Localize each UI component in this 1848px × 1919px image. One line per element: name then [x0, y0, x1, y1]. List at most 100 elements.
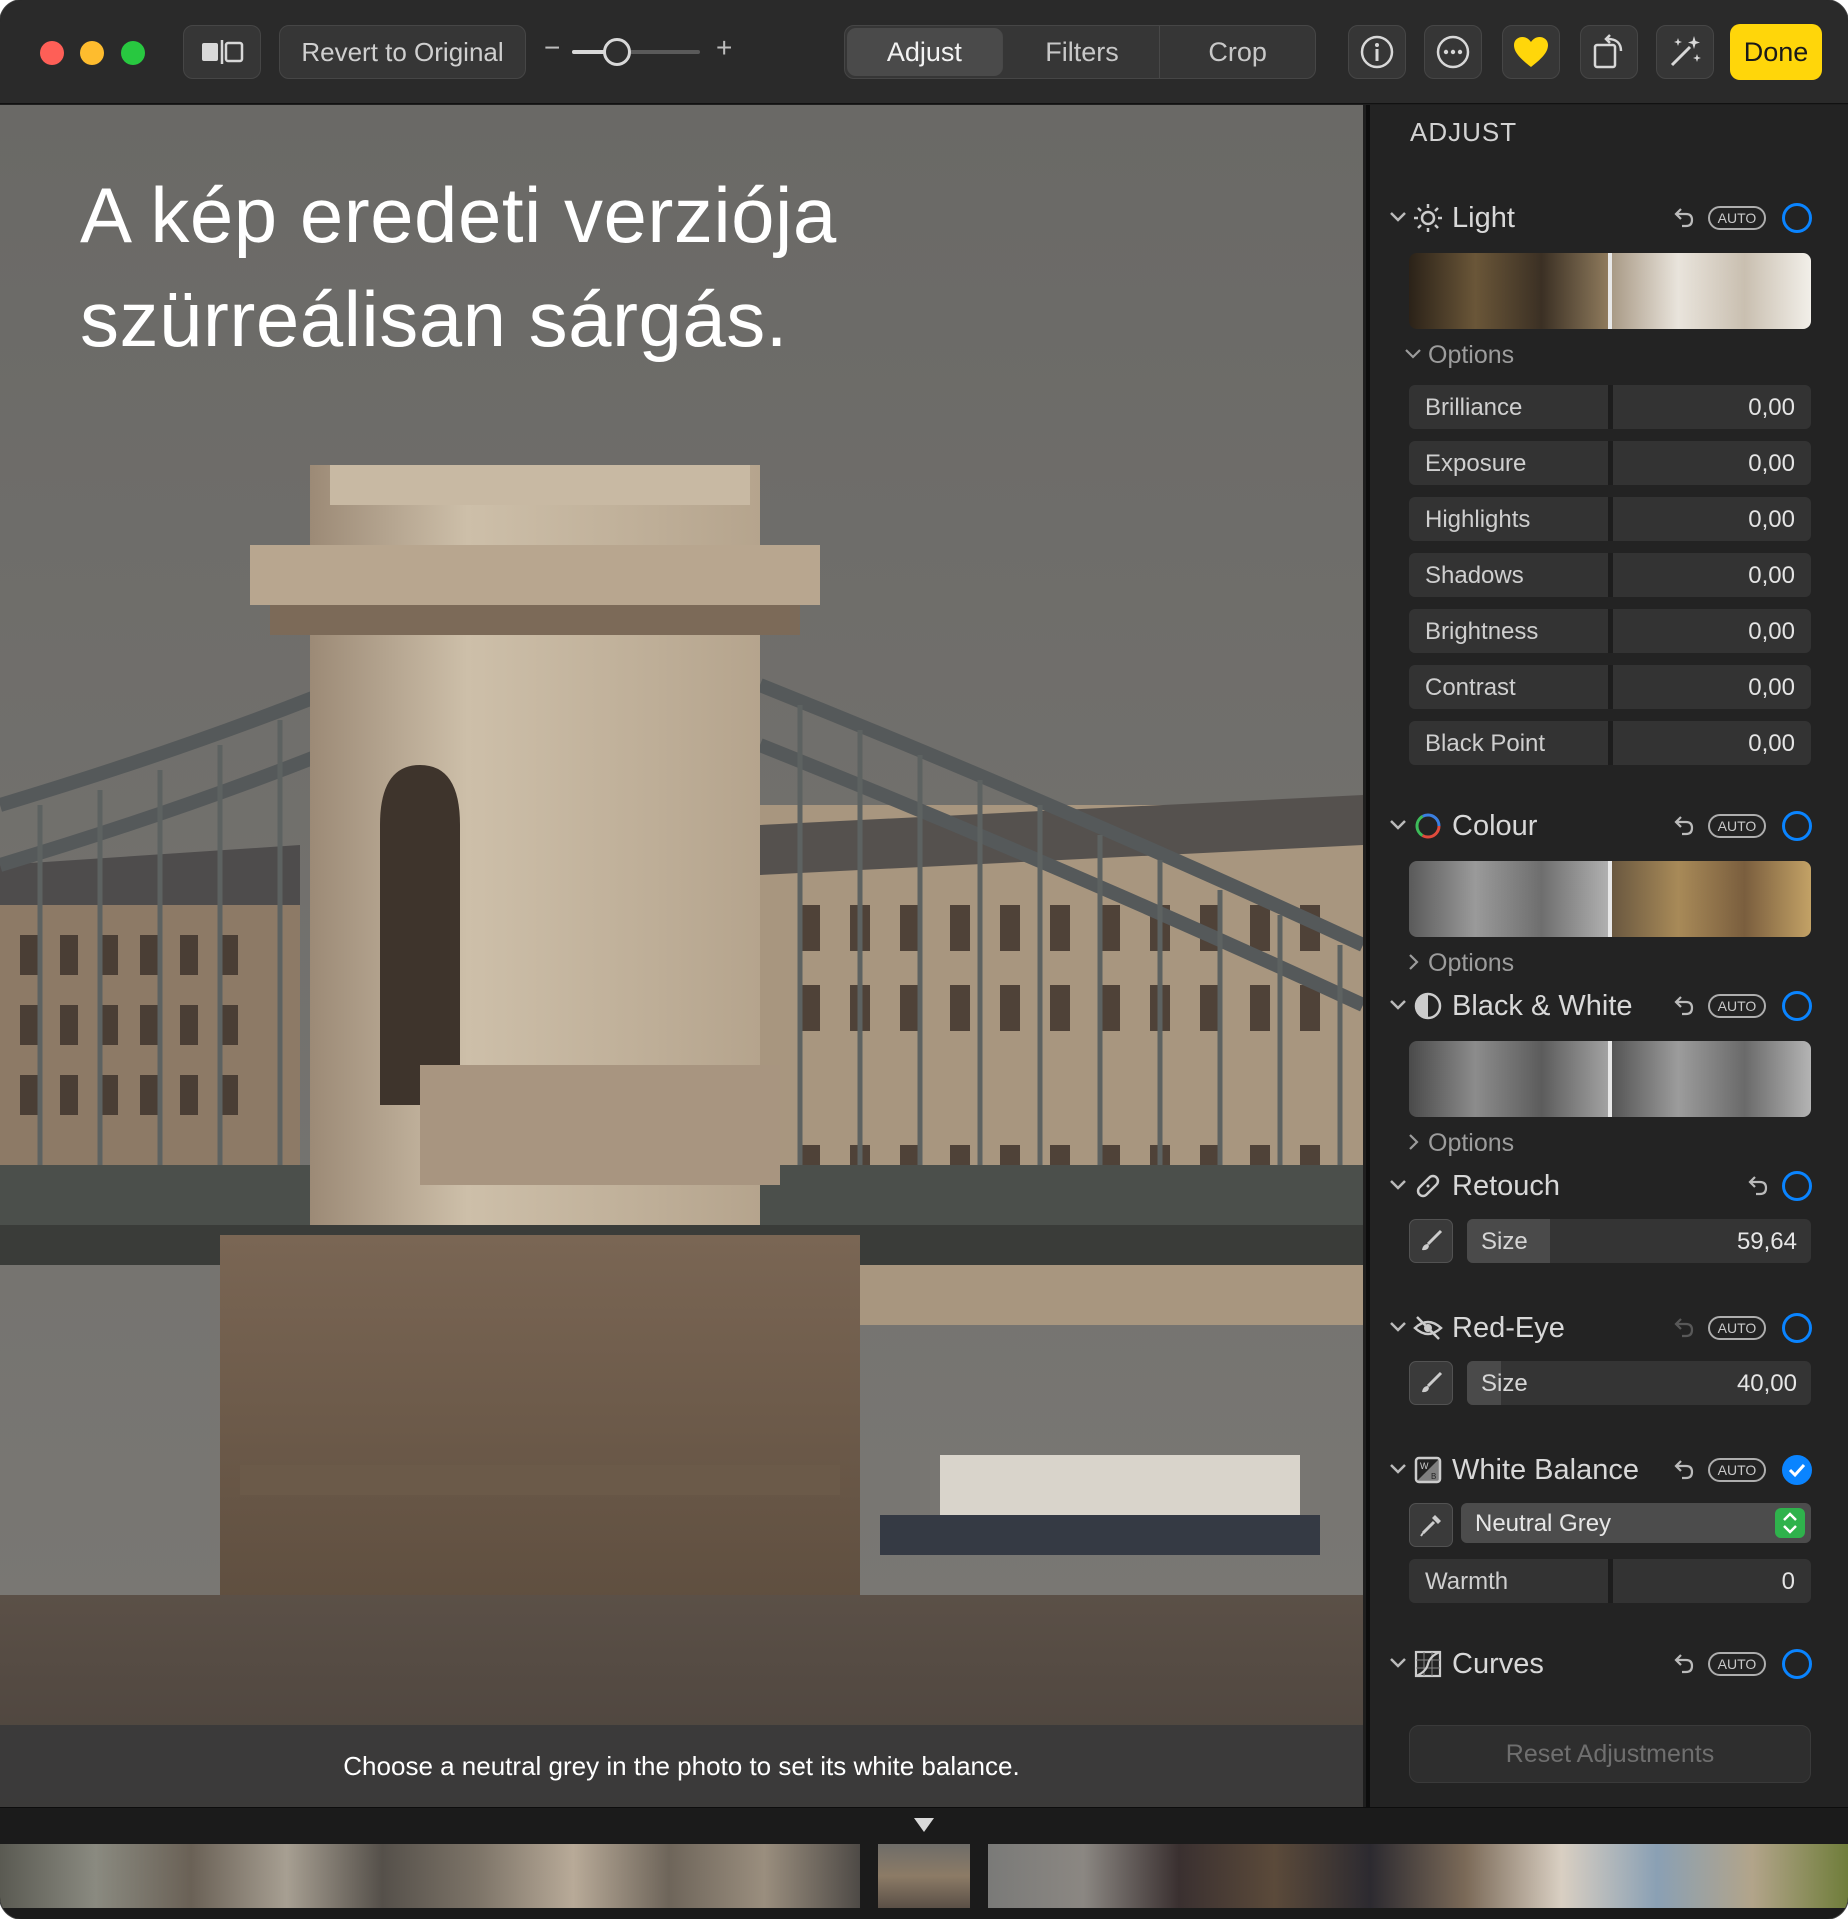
filmstrip-group-before[interactable]	[0, 1844, 860, 1908]
close-window-button[interactable]	[40, 41, 64, 65]
slider-center-mark	[1608, 1559, 1613, 1603]
section-curves-header[interactable]: Curves AUTO	[1370, 1639, 1848, 1689]
tab-crop[interactable]: Crop	[1160, 26, 1315, 78]
colour-options-label: Options	[1428, 949, 1515, 977]
caption-line-1: A kép eredeti verziója	[80, 171, 837, 259]
warmth-slider[interactable]: Warmth 0	[1409, 1559, 1811, 1603]
select-value: Neutral Grey	[1475, 1510, 1612, 1537]
white-balance-tool-row: Neutral Grey	[1409, 1503, 1811, 1547]
bw-preview-strip[interactable]	[1409, 1041, 1811, 1117]
select-stepper[interactable]	[1775, 1508, 1805, 1538]
filmstrip-current-thumbnail[interactable]	[878, 1844, 970, 1908]
auto-button[interactable]: AUTO	[1708, 994, 1766, 1018]
section-white-balance-header[interactable]: W B White Balance AUTO	[1370, 1445, 1848, 1495]
auto-button[interactable]: AUTO	[1708, 206, 1766, 230]
maximize-window-button[interactable]	[121, 41, 145, 65]
white-balance-mode-select[interactable]: Neutral Grey	[1461, 1503, 1811, 1543]
brush-icon	[1422, 1371, 1443, 1393]
tab-adjust[interactable]: Adjust	[847, 28, 1003, 76]
undo-icon[interactable]	[1672, 993, 1698, 1019]
chevron-down-icon[interactable]	[1386, 1651, 1410, 1675]
section-retouch-header[interactable]: Retouch	[1370, 1161, 1848, 1211]
chevron-down-icon[interactable]	[1386, 1457, 1410, 1481]
redeye-brush-button[interactable]	[1409, 1361, 1453, 1405]
info-button[interactable]	[1348, 25, 1406, 79]
brightness-slider[interactable]: Brightness 0,00	[1409, 609, 1811, 653]
split-view-button[interactable]	[183, 25, 261, 79]
slider-center-mark	[1608, 609, 1613, 653]
enable-toggle[interactable]	[1782, 1313, 1812, 1343]
slider-value: 0,00	[1748, 450, 1795, 477]
highlights-slider[interactable]: Highlights 0,00	[1409, 497, 1811, 541]
colour-preview-strip[interactable]	[1409, 861, 1811, 937]
photo-canvas[interactable]: A kép eredeti verziója szürreálisan sárg…	[0, 105, 1363, 1807]
favorite-button[interactable]	[1502, 25, 1560, 79]
shadows-slider[interactable]: Shadows 0,00	[1409, 553, 1811, 597]
zoom-in-label[interactable]: +	[716, 32, 732, 64]
brilliance-slider[interactable]: Brilliance 0,00	[1409, 385, 1811, 429]
auto-button[interactable]: AUTO	[1708, 1652, 1766, 1676]
retouch-brush-button[interactable]	[1409, 1219, 1453, 1263]
section-bw-label: Black & White	[1452, 990, 1633, 1022]
zoom-out-label[interactable]: −	[544, 32, 560, 64]
enable-toggle-checked[interactable]	[1782, 1455, 1812, 1485]
light-preview-strip[interactable]	[1409, 253, 1811, 329]
retouch-size-slider[interactable]: Size 59,64	[1467, 1219, 1811, 1263]
section-light-header[interactable]: Light AUTO	[1370, 193, 1848, 243]
brush-icon	[1422, 1229, 1443, 1251]
chevron-down-icon[interactable]	[1386, 1173, 1410, 1197]
auto-enhance-button[interactable]	[1656, 25, 1714, 79]
minimize-window-button[interactable]	[80, 41, 104, 65]
exposure-slider[interactable]: Exposure 0,00	[1409, 441, 1811, 485]
rotate-button[interactable]	[1580, 25, 1638, 79]
slider-value: 0,00	[1748, 394, 1795, 421]
zoom-slider[interactable]	[572, 38, 700, 66]
undo-icon[interactable]	[1672, 1457, 1698, 1483]
done-button[interactable]: Done	[1730, 24, 1822, 80]
eyedropper-button[interactable]	[1409, 1503, 1453, 1547]
enable-toggle[interactable]	[1782, 1649, 1812, 1679]
slider-label: Size	[1481, 1228, 1528, 1255]
section-bw-header[interactable]: Black & White AUTO	[1370, 981, 1848, 1031]
enable-toggle[interactable]	[1782, 203, 1812, 233]
chevron-down-icon[interactable]	[1386, 1315, 1410, 1339]
toolbar: Revert to Original − + Adjust Filters Cr…	[0, 0, 1848, 104]
slider-center-mark	[1608, 721, 1613, 765]
chevron-down-icon[interactable]	[1386, 813, 1410, 837]
section-colour-header[interactable]: Colour AUTO	[1370, 801, 1848, 851]
photo-overlay-caption: A kép eredeti verziója szürreálisan sárg…	[80, 163, 1180, 371]
undo-icon[interactable]	[1672, 813, 1698, 839]
curves-icon	[1414, 1650, 1442, 1678]
bw-options-label: Options	[1428, 1129, 1515, 1157]
slider-value: 0	[1781, 1568, 1795, 1595]
chevron-right-icon	[1409, 954, 1419, 970]
enable-toggle[interactable]	[1782, 1171, 1812, 1201]
enable-toggle[interactable]	[1782, 991, 1812, 1021]
slider-label: Contrast	[1425, 674, 1516, 701]
filmstrip-group-after[interactable]	[988, 1844, 1848, 1908]
black-point-slider[interactable]: Black Point 0,00	[1409, 721, 1811, 765]
redeye-size-slider[interactable]: Size 40,00	[1467, 1361, 1811, 1405]
section-redeye-header[interactable]: Red-Eye AUTO	[1370, 1303, 1848, 1353]
chevron-right-icon	[1409, 1134, 1419, 1150]
slider-center-mark	[1608, 385, 1613, 429]
auto-button[interactable]: AUTO	[1708, 1458, 1766, 1482]
reset-adjustments-button[interactable]: Reset Adjustments	[1409, 1725, 1811, 1783]
white-balance-icon: W B	[1414, 1456, 1442, 1484]
revert-to-original-button[interactable]: Revert to Original	[279, 25, 526, 79]
slider-label: Exposure	[1425, 450, 1527, 477]
zoom-slider-knob[interactable]	[602, 38, 631, 66]
tab-filters[interactable]: Filters	[1005, 26, 1161, 78]
undo-icon[interactable]	[1746, 1173, 1772, 1199]
chevron-down-icon[interactable]	[1386, 205, 1410, 229]
undo-icon[interactable]	[1672, 1651, 1698, 1677]
enable-toggle[interactable]	[1782, 811, 1812, 841]
contrast-slider[interactable]: Contrast 0,00	[1409, 665, 1811, 709]
undo-icon[interactable]	[1672, 1315, 1698, 1341]
undo-icon[interactable]	[1672, 205, 1698, 231]
auto-button[interactable]: AUTO	[1708, 1316, 1766, 1340]
chevron-down-icon[interactable]	[1386, 993, 1410, 1017]
info-icon	[1360, 35, 1394, 69]
more-button[interactable]	[1424, 25, 1482, 79]
auto-button[interactable]: AUTO	[1708, 814, 1766, 838]
